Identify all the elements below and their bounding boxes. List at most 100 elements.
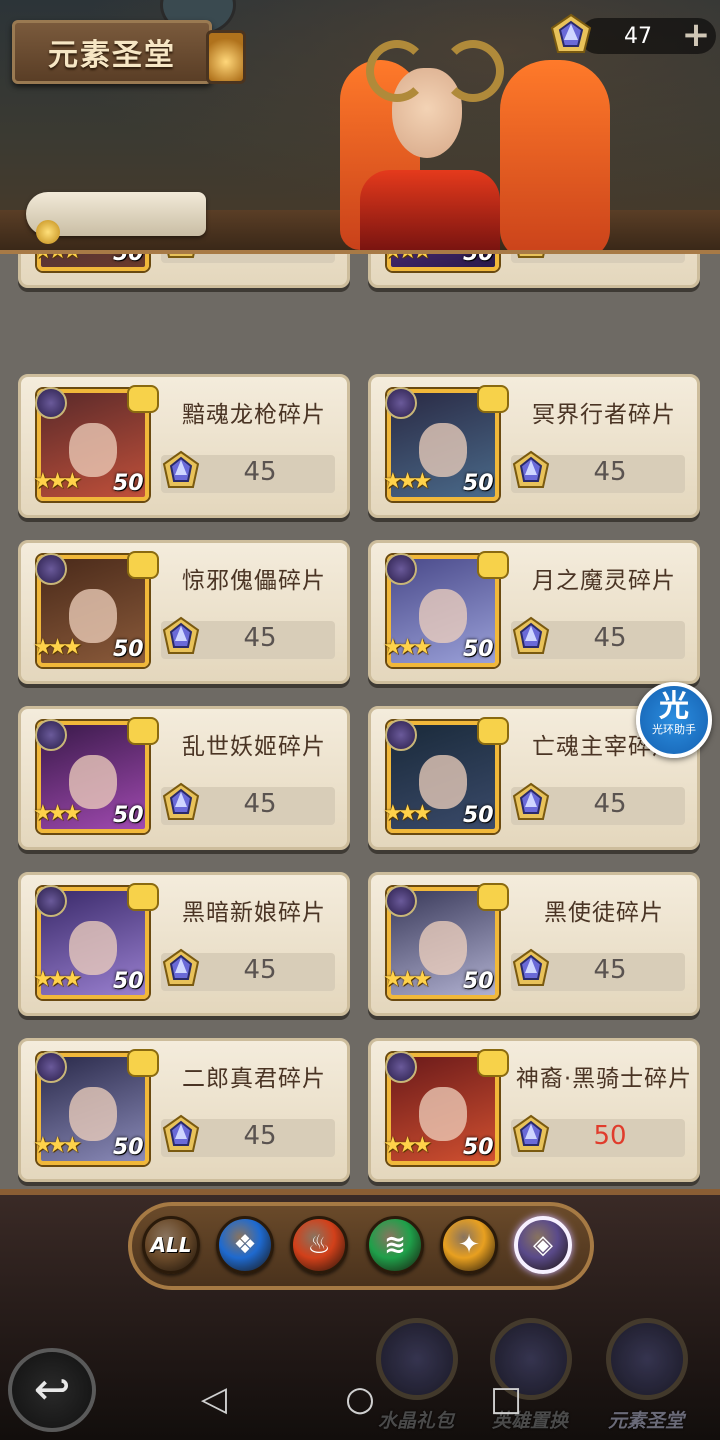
- shard-price: 45: [243, 789, 277, 819]
- shard-card[interactable]: ★★★ 50 惊邪傀儡碎片 45: [18, 540, 350, 684]
- title-plaque: 元素圣堂: [12, 20, 212, 84]
- hero-level: 50: [463, 637, 494, 662]
- hero-level: 50: [113, 250, 144, 266]
- shard-card[interactable]: ★★★ 50 乱世妖姬碎片 45: [18, 706, 350, 850]
- system-back-button[interactable]: ◁: [184, 1366, 244, 1432]
- dark-element-icon: ◈: [533, 1230, 553, 1260]
- crystal-icon: [550, 13, 592, 53]
- shard-puzzle-icon: [479, 885, 507, 909]
- shard-card[interactable]: ★★★ 50 冥界行者碎片 45: [368, 374, 700, 518]
- shard-name: 黑使徒碎片: [544, 900, 664, 926]
- shard-puzzle-icon: [129, 719, 157, 743]
- shard-price: 45: [593, 789, 627, 819]
- shard-name: 乱世妖姬碎片: [182, 734, 326, 760]
- shard-puzzle-icon: [129, 387, 157, 411]
- filter-wind-button[interactable]: ≋: [366, 1216, 424, 1274]
- crystal-icon: [512, 1114, 550, 1152]
- shard-price: 45: [593, 623, 627, 653]
- shard-name: 冥界行者碎片: [532, 402, 676, 428]
- filter-all-button[interactable]: ALL: [142, 1216, 200, 1274]
- crystal-icon: [167, 254, 195, 258]
- crystal-icon: [512, 782, 550, 820]
- hero-level: 50: [463, 250, 494, 266]
- system-recents-button[interactable]: □: [476, 1366, 536, 1432]
- currency-amount: 47: [624, 24, 652, 49]
- hero-level: 50: [463, 471, 494, 496]
- helper-assistant-badge[interactable]: 光 光环助手: [636, 682, 712, 758]
- shard-card[interactable]: ★★★ 50 45: [18, 250, 350, 288]
- star-rating: ★★★: [33, 469, 82, 494]
- shard-name: 惊邪傀儡碎片: [182, 568, 326, 594]
- shard-card[interactable]: ★★★ 50 45: [368, 250, 700, 288]
- shard-price: 45: [243, 955, 277, 985]
- crystal-icon: [512, 616, 550, 654]
- lantern-icon: [206, 30, 246, 84]
- shard-puzzle-icon: [129, 1051, 157, 1075]
- star-rating: ★★★: [383, 250, 432, 264]
- system-home-button[interactable]: ○: [330, 1366, 390, 1432]
- shard-name: 黑暗新娘碎片: [182, 900, 326, 926]
- dark-class-icon: [35, 553, 67, 585]
- star-rating: ★★★: [33, 801, 82, 826]
- shard-price: 45: [243, 623, 277, 653]
- all-element-icon: ALL: [150, 1233, 192, 1257]
- star-rating: ★★★: [33, 635, 82, 660]
- shard-card[interactable]: ★★★ 50 黯魂龙枪碎片 45: [18, 374, 350, 518]
- system-navigation-bar: ◁ ○ □: [0, 1366, 720, 1432]
- hero-banner: 元素圣堂 47 +: [0, 0, 720, 260]
- dark-class-icon: [35, 1051, 67, 1083]
- shard-puzzle-icon: [479, 1051, 507, 1075]
- hero-level: 50: [463, 969, 494, 994]
- shard-price: 45: [593, 457, 627, 487]
- wind-element-icon: ≋: [384, 1230, 406, 1260]
- star-rating: ★★★: [33, 967, 82, 992]
- crystal-icon: [162, 450, 200, 488]
- page-title: 元素圣堂: [48, 38, 176, 73]
- dark-class-icon: [385, 553, 417, 585]
- shard-price: 45: [243, 1121, 277, 1151]
- filter-fire-button[interactable]: ♨: [290, 1216, 348, 1274]
- dark-class-icon: [35, 719, 67, 751]
- hero-level: 50: [113, 637, 144, 662]
- shard-card[interactable]: ★★★ 50 黑使徒碎片 45: [368, 872, 700, 1016]
- shard-puzzle-icon: [479, 387, 507, 411]
- crystal-icon: [512, 450, 550, 488]
- hero-level: 50: [113, 471, 144, 496]
- star-rating: ★★★: [383, 1133, 432, 1158]
- crystal-icon: [162, 782, 200, 820]
- crystal-icon: [512, 948, 550, 986]
- shard-puzzle-icon: [479, 553, 507, 577]
- crystal-icon: [517, 254, 545, 258]
- shard-puzzle-icon: [129, 553, 157, 577]
- shard-price: 45: [593, 955, 627, 985]
- star-rating: ★★★: [383, 635, 432, 660]
- dark-class-icon: [35, 387, 67, 419]
- shard-name: 黯魂龙枪碎片: [182, 402, 326, 428]
- star-rating: ★★★: [383, 967, 432, 992]
- filter-water-button[interactable]: ❖: [216, 1216, 274, 1274]
- crystal-icon: [162, 948, 200, 986]
- shard-name: 神裔·黑骑士碎片: [515, 1066, 693, 1092]
- shard-list[interactable]: ★★★ 50 45 ★★★ 50 45 ★★★: [0, 250, 720, 1195]
- shard-name: 二郎真君碎片: [182, 1066, 326, 1092]
- shard-puzzle-icon: [129, 885, 157, 909]
- filter-dark-button[interactable]: ◈: [514, 1216, 572, 1274]
- dark-class-icon: [385, 1051, 417, 1083]
- shard-price: 45: [243, 457, 277, 487]
- shard-card[interactable]: ★★★ 50 神裔·黑骑士碎片 50: [368, 1038, 700, 1182]
- shard-price: 45: [555, 254, 665, 257]
- shard-price: 50: [593, 1121, 627, 1151]
- add-currency-button[interactable]: +: [680, 18, 712, 54]
- star-rating: ★★★: [383, 801, 432, 826]
- shard-puzzle-icon: [479, 719, 507, 743]
- hero-level: 50: [113, 803, 144, 828]
- shard-card[interactable]: ★★★ 50 月之魔灵碎片 45: [368, 540, 700, 684]
- filter-light-button[interactable]: ✦: [440, 1216, 498, 1274]
- star-rating: ★★★: [33, 250, 82, 264]
- shard-card[interactable]: ★★★ 50 黑暗新娘碎片 45: [18, 872, 350, 1016]
- hero-level: 50: [113, 969, 144, 994]
- fire-element-icon: ♨: [307, 1230, 331, 1260]
- light-element-icon: ✦: [458, 1230, 480, 1260]
- shard-card[interactable]: ★★★ 50 二郎真君碎片 45: [18, 1038, 350, 1182]
- crystal-icon: [162, 1114, 200, 1152]
